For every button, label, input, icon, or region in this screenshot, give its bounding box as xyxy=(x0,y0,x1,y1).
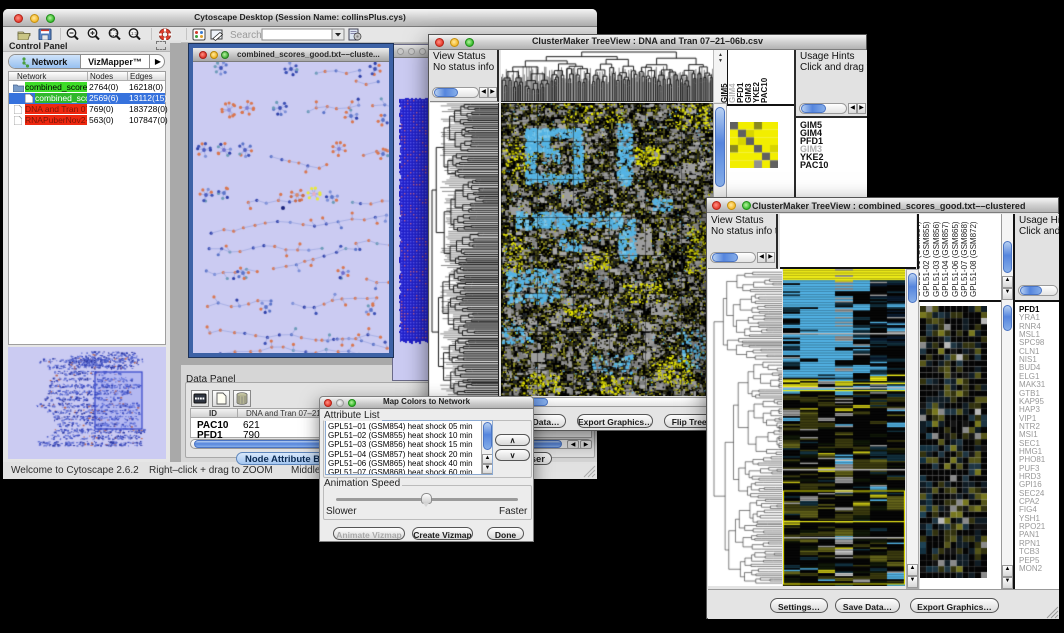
svg-text:Search:: Search: xyxy=(230,30,264,41)
svg-text:1:1: 1:1 xyxy=(131,31,138,36)
